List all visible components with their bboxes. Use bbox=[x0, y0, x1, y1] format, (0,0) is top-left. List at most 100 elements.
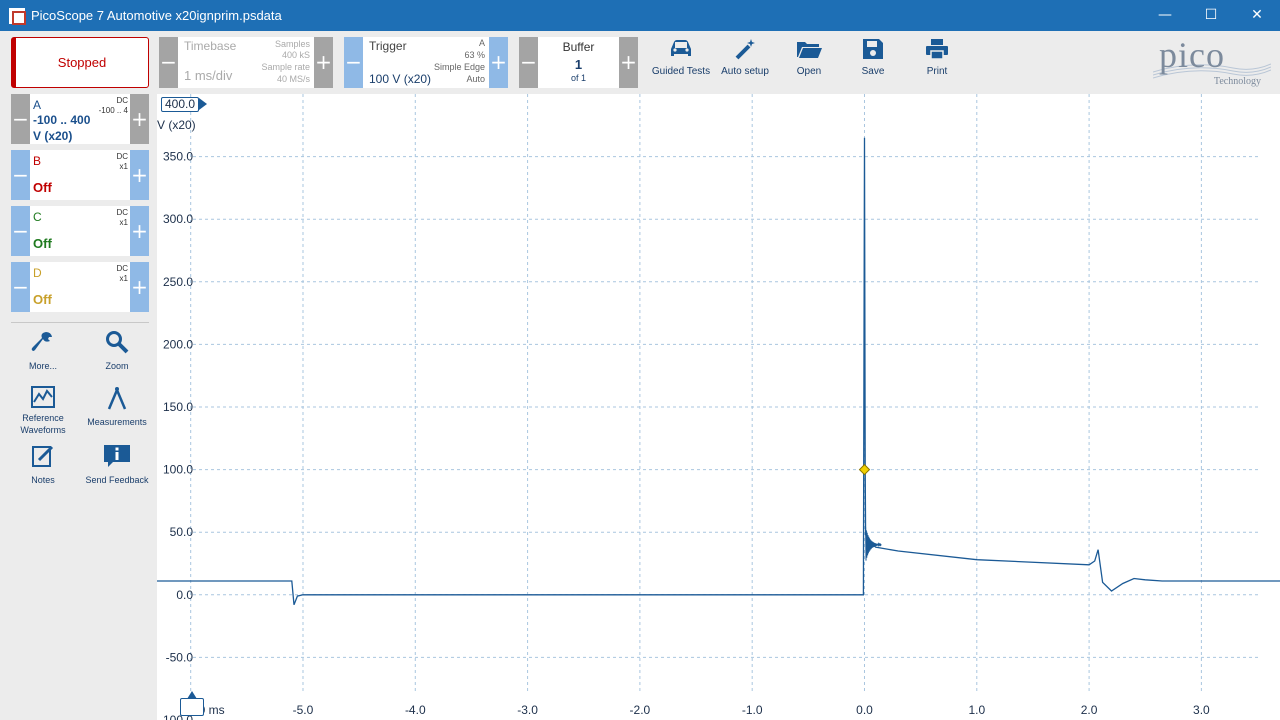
sample-rate-label: Sample rate bbox=[261, 62, 310, 72]
channel-a-decrease-button[interactable]: − bbox=[11, 94, 30, 144]
y-tick-label: 350.0 bbox=[163, 150, 193, 164]
channel-b-state: Off bbox=[33, 180, 52, 195]
trigger-increase-button[interactable]: + bbox=[489, 37, 508, 88]
trigger-label: Trigger bbox=[369, 39, 407, 53]
x-axis-handle[interactable] bbox=[180, 698, 204, 716]
channel-c-increase-button[interactable]: + bbox=[130, 206, 149, 256]
x-tick-label: 1.0 bbox=[968, 703, 985, 717]
trigger-channel: A bbox=[478, 38, 485, 48]
title-bar: PicoScope 7 Automotive x20ignprim.psdata… bbox=[0, 0, 1280, 31]
send-feedback-button[interactable]: Send Feedback bbox=[82, 444, 152, 486]
trigger-mode: Auto bbox=[466, 74, 485, 84]
y-axis-max-label[interactable]: 400.0 bbox=[161, 97, 199, 112]
channel-a-control: − A DC -100 .. 4 -100 .. 400 V (x20) + bbox=[11, 94, 149, 144]
guided-tests-button[interactable]: Guided Tests bbox=[649, 38, 713, 77]
x-tick-label: 0.0 bbox=[856, 703, 873, 717]
waveform-canvas: 350.0 300.0 250.0 200.0 150.0 100.0 50.0 0.0 -50… bbox=[157, 94, 1280, 720]
channel-a-increase-button[interactable]: + bbox=[130, 94, 149, 144]
pico-logo: pico Technology bbox=[1152, 35, 1272, 90]
y-tick-label: 250.0 bbox=[163, 275, 193, 289]
car-icon bbox=[671, 40, 691, 56]
x-tick-label: 2.0 bbox=[1081, 703, 1098, 717]
channel-a-name: A bbox=[33, 98, 42, 112]
magnifier-icon bbox=[106, 331, 129, 354]
y-tick-label: 200.0 bbox=[163, 337, 193, 351]
y-tick-label: 0.0 bbox=[176, 588, 193, 602]
window-title: PicoScope 7 Automotive x20ignprim.psdata bbox=[31, 8, 282, 23]
channel-c-coupling: DC bbox=[116, 208, 128, 217]
channel-d-increase-button[interactable]: + bbox=[130, 262, 149, 312]
save-button[interactable]: Save bbox=[841, 38, 905, 77]
auto-setup-label: Auto setup bbox=[721, 66, 769, 77]
x-tick-label: -5.0 bbox=[293, 703, 314, 717]
guided-tests-label: Guided Tests bbox=[651, 66, 711, 77]
compass-icon bbox=[107, 387, 127, 410]
maximize-button[interactable]: ☐ bbox=[1188, 0, 1234, 31]
channel-b-increase-button[interactable]: + bbox=[130, 150, 149, 200]
channel-d-control: − D DC x1 Off + bbox=[11, 262, 149, 312]
buffer-label: Buffer bbox=[562, 40, 595, 54]
channel-d-box[interactable]: D DC x1 Off bbox=[30, 262, 130, 312]
waveform-trace bbox=[157, 137, 1280, 606]
notes-button[interactable]: Notes bbox=[8, 444, 78, 486]
zoom-button[interactable]: Zoom bbox=[82, 330, 152, 372]
run-stop-button[interactable]: Stopped bbox=[11, 37, 149, 88]
buffer-decrease-button[interactable]: − bbox=[519, 37, 538, 88]
feedback-label: Send Feedback bbox=[85, 475, 149, 485]
trigger-level: 100 V (x20) bbox=[369, 72, 432, 86]
scope-plot[interactable]: 350.0 300.0 250.0 200.0 150.0 100.0 50.0 0.0 -50… bbox=[157, 94, 1280, 720]
channel-a-coupling: DC bbox=[116, 96, 128, 105]
printer-icon bbox=[926, 39, 948, 60]
channel-d-coupling-detail: DC x1 bbox=[116, 264, 128, 284]
y-tick-label: 50.0 bbox=[170, 525, 194, 539]
print-button[interactable]: Print bbox=[905, 38, 969, 77]
open-button[interactable]: Open bbox=[777, 38, 841, 77]
notes-label: Notes bbox=[31, 475, 55, 485]
channel-d-decrease-button[interactable]: − bbox=[11, 262, 30, 312]
timebase-decrease-button[interactable]: − bbox=[159, 37, 178, 88]
channel-a-coupling-detail: DC -100 .. 4 bbox=[99, 96, 128, 116]
open-label: Open bbox=[796, 66, 822, 77]
trigger-decrease-button[interactable]: − bbox=[344, 37, 363, 88]
trigger-percent: 63 % bbox=[464, 50, 485, 60]
channel-a-box[interactable]: A DC -100 .. 4 -100 .. 400 V (x20) bbox=[30, 94, 130, 144]
measurements-label: Measurements bbox=[87, 417, 147, 427]
channel-c-decrease-button[interactable]: − bbox=[11, 206, 30, 256]
channel-d-state: Off bbox=[33, 292, 52, 307]
reference-label: Reference Waveforms bbox=[20, 413, 66, 435]
channel-d-probe: x1 bbox=[119, 274, 128, 283]
trigger-marker-icon bbox=[858, 463, 871, 476]
channel-d-coupling: DC bbox=[116, 264, 128, 273]
buffer-group: Buffer 1 of 1 bbox=[538, 37, 619, 88]
measurements-button[interactable]: Measurements bbox=[82, 386, 152, 428]
y-tick-label: -50.0 bbox=[166, 650, 194, 664]
timebase-increase-button[interactable]: + bbox=[314, 37, 333, 88]
channel-c-control: − C DC x1 Off + bbox=[11, 206, 149, 256]
magic-wand-icon bbox=[735, 39, 755, 60]
channel-b-box[interactable]: B DC x1 Off bbox=[30, 150, 130, 200]
channel-b-control: − B DC x1 Off + bbox=[11, 150, 149, 200]
channel-c-box[interactable]: C DC x1 Off bbox=[30, 206, 130, 256]
y-axis-units: V (x20) bbox=[157, 118, 196, 132]
auto-setup-button[interactable]: Auto setup bbox=[713, 38, 777, 77]
channel-c-coupling-detail: DC x1 bbox=[116, 208, 128, 228]
channel-b-decrease-button[interactable]: − bbox=[11, 150, 30, 200]
y-tick-label: 100.0 bbox=[163, 463, 193, 477]
trigger-group[interactable]: Trigger 100 V (x20) A 63 % Simple Edge A… bbox=[363, 37, 489, 88]
more-button[interactable]: More... bbox=[8, 330, 78, 372]
y-tick-label: 150.0 bbox=[163, 400, 193, 414]
minimize-button[interactable]: — bbox=[1142, 0, 1188, 31]
channel-b-name: B bbox=[33, 154, 42, 168]
floppy-disk-icon bbox=[863, 39, 883, 59]
trigger-type: Simple Edge bbox=[433, 62, 485, 72]
buffer-increase-button[interactable]: + bbox=[619, 37, 638, 88]
buffer-value: 1 bbox=[574, 57, 583, 72]
x-tick-label: -2.0 bbox=[630, 703, 651, 717]
channel-c-probe: x1 bbox=[119, 218, 128, 227]
close-button[interactable]: ✕ bbox=[1234, 0, 1280, 31]
reference-waveforms-button[interactable]: Reference Waveforms bbox=[8, 386, 78, 436]
timebase-group[interactable]: Timebase 1 ms/div Samples 400 kS Sample … bbox=[178, 37, 314, 88]
folder-open-icon bbox=[797, 42, 822, 58]
logo-subtext: Technology bbox=[1213, 76, 1261, 87]
x-tick-label: 3.0 bbox=[1193, 703, 1210, 717]
